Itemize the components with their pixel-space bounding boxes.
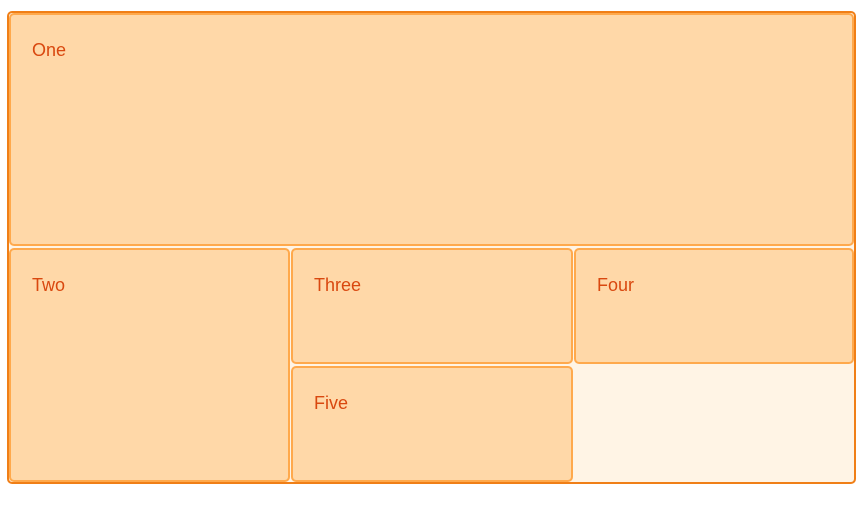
grid-item-label: Three [314, 275, 362, 295]
grid-item-label: Four [597, 275, 635, 295]
grid-item-two: Two [9, 248, 290, 482]
grid-item-label: One [32, 40, 67, 60]
grid-item-label: Two [32, 275, 66, 295]
grid-wrapper: One Two Three Four Five [7, 11, 856, 484]
grid-item-one: One [9, 13, 854, 246]
grid-item-label: Five [314, 393, 349, 413]
grid-item-three: Three [291, 248, 573, 364]
grid-item-four: Four [574, 248, 854, 364]
grid-item-five: Five [291, 366, 573, 482]
